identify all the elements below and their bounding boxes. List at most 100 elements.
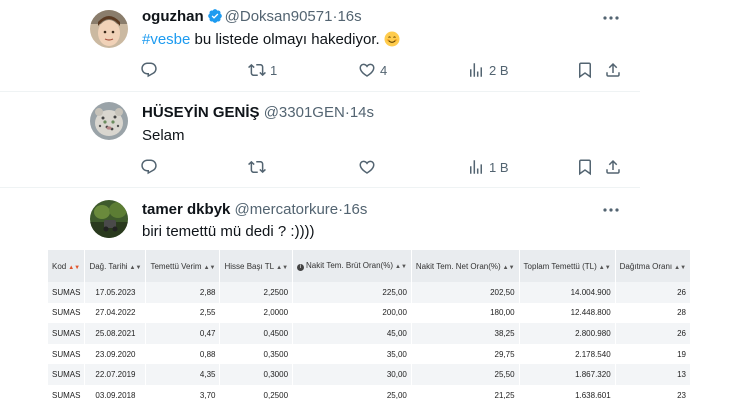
cell-net-oran: 21,25 (411, 384, 520, 406)
cell-toplam: 14.004.900 (519, 282, 616, 303)
tweet-header: HÜSEYİN GENİŞ @3301GEN·14s (142, 104, 374, 121)
cell-brut-oran: 35,00 (292, 343, 412, 365)
heart-icon (359, 160, 375, 174)
reply-button[interactable] (140, 58, 162, 82)
dividend-table[interactable]: Kod ▲▼ Dağ. Tarihi ▲▼ Temettü Verim ▲▼ Hiss… (48, 250, 692, 420)
user-handle[interactable]: @mercatorkure (235, 201, 339, 218)
cell-temettu-verim: 2,88 (145, 282, 221, 303)
retweet-icon (248, 160, 266, 174)
column-header-kod[interactable]: Kod ▲▼ (48, 250, 86, 282)
cell-dag-tarihi: 22.07.2019 (84, 364, 147, 385)
tweet-text: Selam (142, 127, 185, 144)
table-row[interactable]: SUMAS 22.07.2019 4,35 0,3000 30,00 25,50 1.867… (48, 364, 692, 385)
cell-kod: SUMAS (48, 364, 86, 385)
views-icon (470, 63, 482, 77)
like-button[interactable]: 4 (358, 58, 387, 82)
cell-brut-oran: 30,00 (292, 364, 412, 385)
sort-icon: ▲▼ (129, 264, 142, 271)
display-name[interactable]: HÜSEYİN GENİŞ (142, 104, 260, 121)
bookmark-button[interactable] (576, 58, 594, 82)
cell-temettu-verim: 0,88 (145, 343, 221, 365)
cell-hisse-basi: 2,0000 (219, 302, 294, 324)
reply-button[interactable] (140, 155, 162, 179)
views-count: 2 B (489, 62, 509, 78)
cell-dagitma: 26 (615, 282, 692, 303)
table-row[interactable]: SUMAS 25.08.2021 0,47 0,4500 45,00 38,25 2.800… (48, 323, 692, 344)
cell-dagitma: 28 (615, 302, 692, 324)
cell-net-oran: 25,50 (411, 364, 520, 385)
cell-net-oran: 180,00 (411, 302, 520, 324)
tweet[interactable]: HÜSEYİN GENİŞ @3301GEN·14s Selam 1 B (0, 92, 640, 188)
cell-net-oran: 202,50 (411, 282, 520, 303)
tweet-text: #vesbe bu listede olmayı hakediyor. (142, 31, 400, 51)
retweet-button[interactable]: 1 (248, 58, 277, 82)
share-button[interactable] (604, 155, 622, 179)
dividend-data-table: Kod ▲▼ Dağ. Tarihi ▲▼ Temettü Verim ▲▼ Hiss… (48, 250, 692, 406)
share-icon (606, 62, 620, 77)
cell-hisse-basi: 2,2500 (219, 282, 294, 303)
cell-brut-oran: 225,00 (292, 282, 412, 303)
sort-icon: ▲▼ (502, 264, 515, 271)
retweet-button[interactable] (248, 155, 270, 179)
cell-net-oran: 38,25 (411, 323, 520, 344)
views-count: 1 B (489, 159, 509, 175)
column-header-brut-oran[interactable]: i Nakit Tem. Brüt Oran(%) ▲▼ (292, 250, 412, 282)
column-header-toplam[interactable]: Toplam Temettü (TL) ▲▼ (519, 250, 616, 282)
views-button[interactable]: 1 B (467, 155, 509, 179)
tweet-text: biri temettü mü dedi ? :)))) (142, 223, 315, 240)
user-handle[interactable]: @3301GEN (264, 104, 345, 121)
cell-dag-tarihi: 25.08.2021 (84, 323, 147, 344)
reply-icon (141, 62, 157, 78)
avatar[interactable] (90, 10, 128, 48)
more-icon[interactable] (601, 202, 621, 218)
column-header-net-oran[interactable]: Nakit Tem. Net Oran(%) ▲▼ (411, 250, 520, 282)
share-button[interactable] (604, 58, 622, 82)
avatar[interactable] (90, 102, 128, 140)
cell-dag-tarihi: 17.05.2023 (84, 282, 147, 303)
cell-toplam: 2.800.980 (519, 323, 616, 344)
hashtag-link[interactable]: #vesbe (142, 31, 190, 48)
table-row[interactable]: SUMAS 27.04.2022 2,55 2,0000 200,00 180,00 12.… (48, 302, 692, 324)
like-button[interactable] (358, 155, 380, 179)
sort-icon: ▲▼ (395, 264, 407, 270)
display-name[interactable]: oguzhan (142, 8, 204, 25)
timestamp[interactable]: 16s (343, 201, 367, 218)
cell-kod: SUMAS (48, 302, 86, 324)
timestamp[interactable]: 14s (350, 104, 374, 121)
cell-brut-oran: 25,00 (292, 384, 412, 406)
bookmark-button[interactable] (576, 155, 594, 179)
tweet[interactable]: oguzhan @Doksan90571·16s #vesbe bu listed… (0, 0, 640, 92)
cell-toplam: 1.867.320 (519, 364, 616, 385)
column-header-dag-tarihi[interactable]: Dağ. Tarihi ▲▼ (84, 250, 147, 282)
avatar[interactable] (90, 200, 128, 238)
cell-toplam: 12.448.800 (519, 302, 616, 324)
tweet[interactable]: tamer dkbyk @mercatorkure·16s biri temet… (0, 188, 640, 248)
display-name[interactable]: tamer dkbyk (142, 201, 230, 218)
retweet-icon (248, 63, 266, 77)
column-header-temettu-verim[interactable]: Temettü Verim ▲▼ (145, 250, 221, 282)
table-row[interactable]: SUMAS 03.09.2018 3,70 0,2500 25,00 21,25 1.638… (48, 384, 692, 406)
timestamp[interactable]: 16s (337, 8, 361, 25)
views-icon (470, 160, 482, 174)
cell-temettu-verim: 3,70 (145, 384, 221, 406)
bookmark-icon (579, 159, 591, 176)
column-header-hisse-basi[interactable]: Hisse Başı TL ▲▼ (219, 250, 294, 282)
cell-toplam: 1.638.601 (519, 384, 616, 406)
views-button[interactable]: 2 B (467, 58, 509, 82)
cell-brut-oran: 200,00 (292, 302, 412, 324)
cell-kod: SUMAS (48, 343, 86, 365)
verified-badge-icon (207, 8, 223, 28)
info-icon[interactable]: i (297, 264, 305, 271)
cell-dag-tarihi: 23.09.2020 (84, 343, 147, 365)
cell-hisse-basi: 0,3500 (219, 343, 294, 365)
user-handle[interactable]: @Doksan90571 (225, 8, 333, 25)
cell-dag-tarihi: 03.09.2018 (84, 384, 147, 406)
sort-icon: ▲▼ (598, 264, 611, 271)
more-icon[interactable] (601, 10, 621, 26)
cell-kod: SUMAS (48, 282, 86, 303)
table-row[interactable]: SUMAS 17.05.2023 2,88 2,2500 225,00 202,50 14.… (48, 282, 692, 303)
tweet-header: tamer dkbyk @mercatorkure·16s (142, 201, 367, 218)
table-row[interactable]: SUMAS 23.09.2020 0,88 0,3500 35,00 29,75 2.178… (48, 343, 692, 365)
column-header-dagitma[interactable]: Dağıtma Oranı ▲▼ (615, 250, 692, 282)
cell-temettu-verim: 0,47 (145, 323, 221, 344)
